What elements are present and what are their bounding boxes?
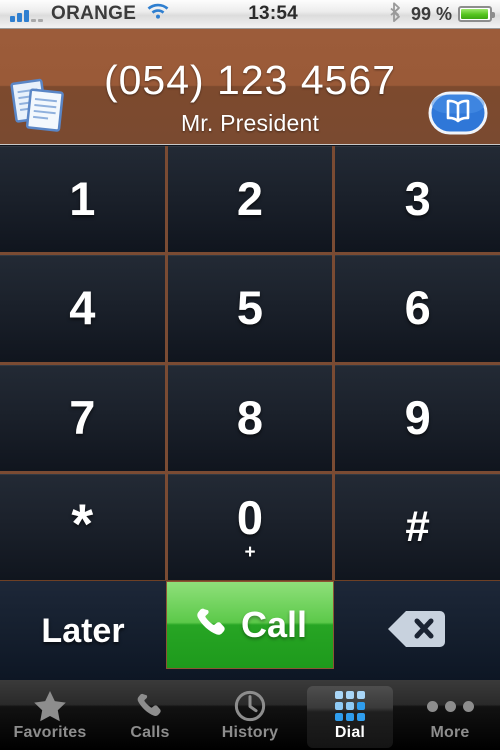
key-digit: * <box>71 491 94 555</box>
key-digit: 4 <box>69 281 96 335</box>
key-plus-label: + <box>244 541 256 563</box>
key-digit: # <box>405 501 430 551</box>
contact-name-label: Mr. President <box>180 110 320 136</box>
key-0[interactable]: 0 + <box>167 473 333 580</box>
battery-percent-label: 99 % <box>410 3 452 24</box>
phone-screen: ORANGE 13:54 99 % (054) 123 4567 Mr. Pre… <box>0 0 500 750</box>
key-7[interactable]: 7 <box>0 364 165 471</box>
later-label: Later <box>41 611 125 650</box>
tab-label: Favorites <box>13 724 87 741</box>
clock-label: 13:54 <box>248 3 298 24</box>
key-3[interactable]: 3 <box>335 146 500 253</box>
battery-icon <box>458 6 495 22</box>
key-4[interactable]: 4 <box>0 255 165 362</box>
status-bar-right: 99 % <box>390 1 500 27</box>
dial-keypad: 1 2 3 4 5 6 7 8 9 * 0 + # <box>0 146 500 580</box>
carrier-label: ORANGE <box>51 3 137 24</box>
backspace-icon <box>386 608 448 655</box>
key-6[interactable]: 6 <box>335 255 500 362</box>
key-9[interactable]: 9 <box>335 364 500 471</box>
tab-history[interactable]: History <box>200 680 300 750</box>
key-digit: 6 <box>404 281 431 335</box>
key-1[interactable]: 1 <box>0 146 165 253</box>
clock-icon <box>234 690 266 722</box>
key-star[interactable]: * <box>0 473 165 580</box>
wifi-icon <box>146 3 170 26</box>
number-display: (054) 123 4567 Mr. President <box>0 55 500 136</box>
tab-label: Calls <box>130 724 170 741</box>
key-digit: 8 <box>236 390 264 444</box>
star-icon <box>33 690 67 722</box>
key-digit: 5 <box>236 281 264 335</box>
tab-label: History <box>221 724 279 741</box>
tab-label: More <box>430 724 470 741</box>
phone-number-label: (054) 123 4567 <box>103 57 397 103</box>
ellipsis-icon <box>426 690 474 722</box>
address-book-icon[interactable] <box>428 91 488 135</box>
call-header: (054) 123 4567 Mr. President <box>0 29 500 145</box>
signal-bars-icon <box>10 7 43 22</box>
key-digit: 9 <box>404 390 431 444</box>
tab-bar: Favorites Calls History Dial More <box>0 680 500 750</box>
backspace-button[interactable] <box>334 581 500 681</box>
action-row: Later Call <box>0 580 500 681</box>
key-8[interactable]: 8 <box>167 364 333 471</box>
key-digit: 2 <box>236 172 264 226</box>
status-bar: ORANGE 13:54 99 % <box>0 0 500 29</box>
tab-label: Dial <box>334 724 366 741</box>
status-bar-left: ORANGE <box>0 3 170 26</box>
tab-calls[interactable]: Calls <box>100 680 200 750</box>
key-digit: 1 <box>69 172 96 226</box>
phone-handset-icon <box>193 604 231 647</box>
status-bar-center: 13:54 <box>170 3 390 25</box>
key-2[interactable]: 2 <box>167 146 333 253</box>
phone-handset-icon <box>134 690 166 722</box>
tab-favorites[interactable]: Favorites <box>0 680 100 750</box>
key-5[interactable]: 5 <box>167 255 333 362</box>
later-button[interactable]: Later <box>0 581 166 681</box>
tab-more[interactable]: More <box>400 680 500 750</box>
key-hash[interactable]: # <box>335 473 500 580</box>
key-digit: 3 <box>404 172 431 226</box>
call-button[interactable]: Call <box>166 581 334 669</box>
key-digit: 7 <box>69 390 96 444</box>
key-digit: 0 <box>236 490 264 544</box>
bluetooth-icon <box>390 1 403 27</box>
keypad-grid-icon <box>333 690 367 722</box>
documents-icon[interactable] <box>8 77 72 133</box>
call-label: Call <box>240 604 308 645</box>
tab-dial[interactable]: Dial <box>300 680 400 750</box>
